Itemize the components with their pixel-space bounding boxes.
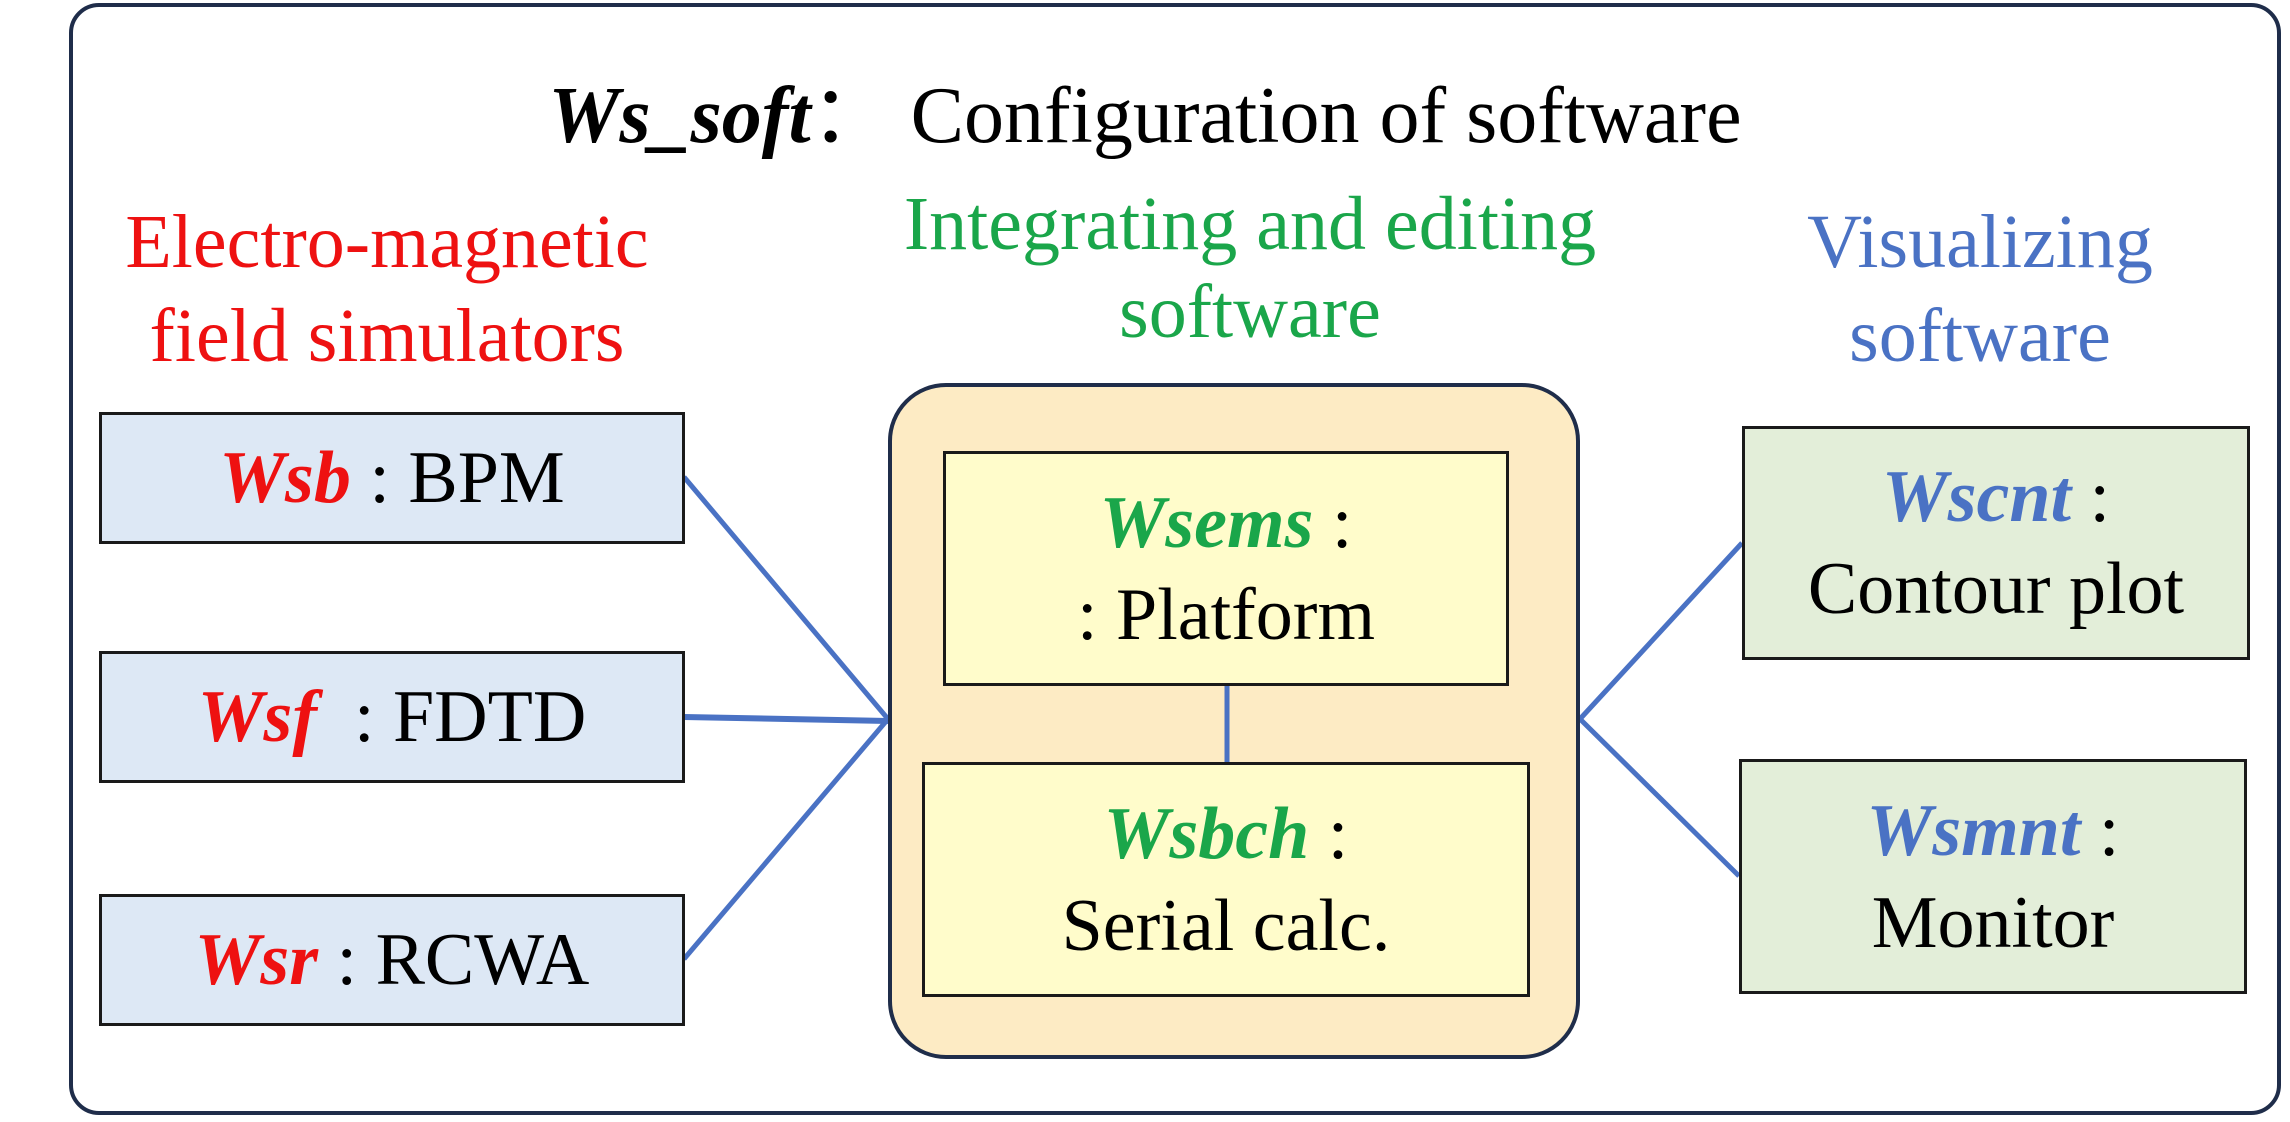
wscnt-contour-box: Wscnt : Contour plot [1742, 426, 2250, 660]
wsbch-sep: : [1309, 792, 1349, 875]
wsmnt-label: Monitor [1871, 881, 2115, 964]
wsems-label: : Platform [1076, 573, 1376, 656]
wsems-code: Wsems [1099, 481, 1314, 564]
wsbch-code: Wsbch [1103, 792, 1310, 875]
wsmnt-sep: : [2080, 789, 2120, 872]
wsbch-serial-box: Wsbch : Serial calc. [922, 762, 1530, 997]
wsmnt-code: Wsmnt [1866, 789, 2081, 872]
wscnt-sep: : [2071, 456, 2111, 538]
wsbch-label: Serial calc. [1061, 884, 1391, 967]
wsmnt-monitor-box: Wsmnt : Monitor [1739, 759, 2247, 994]
wscnt-label: Contour plot [1807, 548, 2185, 630]
wscnt-code: Wscnt [1881, 456, 2072, 538]
wsems-sep: : [1313, 481, 1353, 564]
wsems-platform-box: Wsems : : Platform [943, 451, 1509, 686]
